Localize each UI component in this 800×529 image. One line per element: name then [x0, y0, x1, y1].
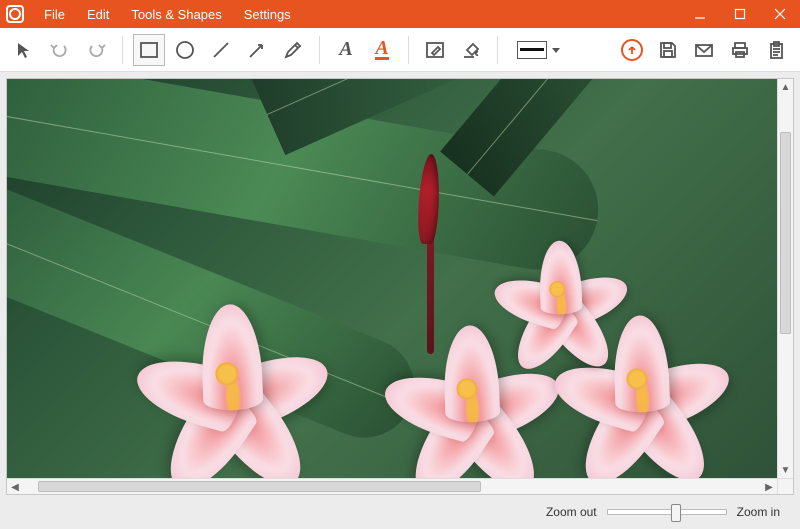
window-controls: [680, 0, 800, 28]
arrow-icon: [247, 40, 267, 60]
rectangle-tool-button[interactable]: [133, 34, 165, 66]
minimize-icon: [694, 8, 706, 20]
upload-icon: [621, 39, 643, 61]
edit-pen-button[interactable]: [419, 34, 451, 66]
save-icon: [658, 40, 678, 60]
ellipse-icon: [175, 40, 195, 60]
text-highlight-icon: A: [375, 39, 388, 60]
canvas[interactable]: ▲ ▼ ◀ ▶: [6, 78, 794, 495]
email-button[interactable]: [688, 34, 720, 66]
fill-bucket-icon: [461, 40, 481, 60]
pencil-tool-button[interactable]: [277, 34, 309, 66]
pointer-icon: [15, 41, 33, 59]
rectangle-icon: [139, 40, 159, 60]
toolbar-separator: [497, 36, 498, 64]
undo-icon: [50, 41, 70, 59]
print-icon: [730, 40, 750, 60]
horizontal-scrollbar[interactable]: ◀ ▶: [7, 478, 777, 494]
edit-pen-icon: [425, 40, 445, 60]
app-logo-icon: [6, 5, 24, 23]
menu-settings[interactable]: Settings: [234, 3, 301, 26]
zoom-in-label[interactable]: Zoom in: [737, 505, 780, 519]
chevron-down-icon: [552, 48, 560, 53]
zoom-slider-knob[interactable]: [671, 504, 681, 522]
titlebar: File Edit Tools & Shapes Settings: [0, 0, 800, 28]
window-maximize-button[interactable]: [720, 0, 760, 28]
zoom-slider[interactable]: [607, 509, 727, 515]
toolbar-separator: [122, 36, 123, 64]
clipboard-button[interactable]: [760, 34, 792, 66]
scroll-down-icon[interactable]: ▼: [778, 462, 793, 478]
toolbar-separator: [408, 36, 409, 64]
line-style-button[interactable]: [508, 34, 556, 66]
fill-tool-button[interactable]: [455, 34, 487, 66]
menu-file[interactable]: File: [34, 3, 75, 26]
window-close-button[interactable]: [760, 0, 800, 28]
scroll-right-icon[interactable]: ▶: [761, 479, 777, 495]
print-button[interactable]: [724, 34, 756, 66]
scroll-left-icon[interactable]: ◀: [7, 479, 23, 495]
vertical-scrollbar[interactable]: ▲ ▼: [777, 79, 793, 478]
ellipse-tool-button[interactable]: [169, 34, 201, 66]
line-style-icon: [517, 41, 547, 59]
text-tool-button[interactable]: A: [330, 34, 362, 66]
line-tool-button[interactable]: [205, 34, 237, 66]
pencil-icon: [283, 40, 303, 60]
photo-content: [7, 79, 777, 478]
text-icon: A: [339, 38, 352, 61]
window-minimize-button[interactable]: [680, 0, 720, 28]
maximize-icon: [734, 8, 746, 20]
clipboard-icon: [766, 40, 786, 60]
text-highlight-tool-button[interactable]: A: [366, 34, 398, 66]
scroll-corner: [777, 478, 793, 494]
vertical-scroll-thumb[interactable]: [780, 132, 791, 334]
save-button[interactable]: [652, 34, 684, 66]
image-viewport[interactable]: [7, 79, 777, 478]
workspace: ▲ ▼ ◀ ▶ Zoom out Zoom in: [0, 72, 800, 529]
zoom-out-label[interactable]: Zoom out: [546, 505, 597, 519]
scroll-up-icon[interactable]: ▲: [778, 79, 793, 95]
redo-button[interactable]: [80, 34, 112, 66]
menu-tools-shapes[interactable]: Tools & Shapes: [121, 3, 231, 26]
horizontal-scroll-thumb[interactable]: [38, 481, 481, 492]
undo-button[interactable]: [44, 34, 76, 66]
close-icon: [774, 8, 786, 20]
pointer-tool-button[interactable]: [8, 34, 40, 66]
redo-icon: [86, 41, 106, 59]
statusbar: Zoom out Zoom in: [6, 495, 794, 529]
email-icon: [694, 40, 714, 60]
main-menu: File Edit Tools & Shapes Settings: [34, 3, 301, 26]
arrow-tool-button[interactable]: [241, 34, 273, 66]
line-icon: [211, 40, 231, 60]
toolbar: A A: [0, 28, 800, 72]
menu-edit[interactable]: Edit: [77, 3, 119, 26]
toolbar-separator: [319, 36, 320, 64]
upload-button[interactable]: [616, 34, 648, 66]
